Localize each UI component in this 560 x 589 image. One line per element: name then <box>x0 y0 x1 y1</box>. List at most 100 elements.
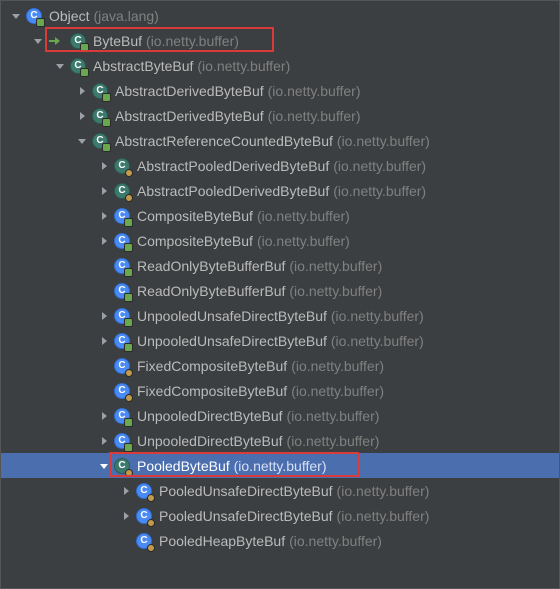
package-label: (io.netty.buffer) <box>287 408 380 424</box>
tree-arrow-right-icon[interactable] <box>97 184 111 198</box>
class-name: AbstractByteBuf <box>93 58 193 74</box>
tree-row[interactable]: CByteBuf(io.netty.buffer) <box>1 28 559 53</box>
tree-arrow-right-icon[interactable] <box>119 484 133 498</box>
class-hierarchy-tree[interactable]: C Object(java.lang) CByteBuf(io.netty.buff… <box>1 1 559 553</box>
package-label: (io.netty.buffer) <box>287 433 380 449</box>
tree-row[interactable]: CFixedCompositeByteBuf(io.netty.buffer) <box>1 378 559 403</box>
package-label: (io.netty.buffer) <box>289 258 382 274</box>
lock-badge-icon <box>102 143 111 152</box>
class-icon: C <box>113 307 131 325</box>
class-name: UnpooledDirectByteBuf <box>137 408 283 424</box>
class-icon: C <box>135 532 153 550</box>
class-name: AbstractDerivedByteBuf <box>115 83 264 99</box>
tree-row[interactable]: CAbstractByteBuf(io.netty.buffer) <box>1 53 559 78</box>
package-label: (io.netty.buffer) <box>291 383 384 399</box>
package-private-badge-icon <box>147 519 155 527</box>
tree-arrow-down-icon[interactable] <box>53 59 67 73</box>
tree-arrow-down-icon[interactable] <box>97 459 111 473</box>
abstract-class-icon: C <box>69 57 87 75</box>
tree-arrow-none <box>97 359 111 373</box>
class-name: UnpooledUnsafeDirectByteBuf <box>137 333 327 349</box>
package-label: (io.netty.buffer) <box>268 83 361 99</box>
tree-arrow-right-icon[interactable] <box>97 209 111 223</box>
tree-arrow-right-icon[interactable] <box>75 109 89 123</box>
tree-row[interactable]: CUnpooledUnsafeDirectByteBuf(io.netty.bu… <box>1 303 559 328</box>
lock-badge-icon <box>102 118 111 127</box>
package-label: (io.netty.buffer) <box>337 483 430 499</box>
tree-arrow-right-icon[interactable] <box>75 84 89 98</box>
package-label: (io.netty.buffer) <box>289 533 382 549</box>
class-name: ReadOnlyByteBufferBuf <box>137 283 285 299</box>
class-icon: C <box>135 482 153 500</box>
abstract-class-icon: C <box>91 132 109 150</box>
tree-arrow-none <box>97 284 111 298</box>
lock-badge-icon <box>80 68 89 77</box>
package-private-badge-icon <box>125 469 133 477</box>
package-label: (io.netty.buffer) <box>337 508 430 524</box>
package-label: (io.netty.buffer) <box>333 183 426 199</box>
tree-arrow-right-icon[interactable] <box>97 409 111 423</box>
tree-row[interactable]: CFixedCompositeByteBuf(io.netty.buffer) <box>1 353 559 378</box>
tree-row[interactable]: CReadOnlyByteBufferBuf(io.netty.buffer) <box>1 253 559 278</box>
class-name: PooledHeapByteBuf <box>159 533 285 549</box>
tree-arrow-right-icon[interactable] <box>97 159 111 173</box>
tree-row[interactable]: C AbstractDerivedByteBuf(io.netty.buffer) <box>1 78 559 103</box>
tree-row[interactable]: CCompositeByteBuf(io.netty.buffer) <box>1 203 559 228</box>
package-private-badge-icon <box>125 369 133 377</box>
tree-row[interactable]: CAbstractDerivedByteBuf(io.netty.buffer) <box>1 103 559 128</box>
abstract-class-icon: C <box>69 32 87 50</box>
abstract-class-icon: C <box>113 457 131 475</box>
lock-badge-icon <box>124 268 133 277</box>
tree-row[interactable]: CPooledUnsafeDirectByteBuf(io.netty.buff… <box>1 478 559 503</box>
tree-row[interactable]: CPooledUnsafeDirectByteBuf(io.netty.buff… <box>1 503 559 528</box>
tree-row[interactable]: CCompositeByteBuf(io.netty.buffer) <box>1 228 559 253</box>
tree-arrow-right-icon[interactable] <box>119 509 133 523</box>
lock-badge-icon <box>124 418 133 427</box>
class-icon: C <box>25 7 43 25</box>
lock-badge-icon <box>124 218 133 227</box>
tree-row[interactable]: CAbstractReferenceCountedByteBuf(io.nett… <box>1 128 559 153</box>
tree-row[interactable]: CPooledByteBuf(io.netty.buffer) <box>1 453 559 478</box>
package-private-badge-icon <box>125 169 133 177</box>
tree-arrow-down-icon[interactable] <box>9 9 23 23</box>
tree-row[interactable]: CUnpooledDirectByteBuf(io.netty.buffer) <box>1 403 559 428</box>
class-name: FixedCompositeByteBuf <box>137 383 287 399</box>
tree-row[interactable]: CAbstractPooledDerivedByteBuf(io.netty.b… <box>1 153 559 178</box>
navigate-arrow-icon <box>47 33 63 49</box>
tree-row[interactable]: CReadOnlyByteBufferBuf(io.netty.buffer) <box>1 278 559 303</box>
tree-arrow-none <box>97 384 111 398</box>
tree-arrow-right-icon[interactable] <box>97 334 111 348</box>
class-name: AbstractDerivedByteBuf <box>115 108 264 124</box>
class-icon: C <box>113 357 131 375</box>
tree-row[interactable]: CAbstractPooledDerivedByteBuf(io.netty.b… <box>1 178 559 203</box>
class-icon: C <box>113 432 131 450</box>
abstract-class-icon: C <box>91 82 109 100</box>
class-name: AbstractReferenceCountedByteBuf <box>115 133 333 149</box>
package-private-badge-icon <box>147 494 155 502</box>
package-label: (io.netty.buffer) <box>257 233 350 249</box>
tree-arrow-none <box>119 534 133 548</box>
tree-row[interactable]: C Object(java.lang) <box>1 3 559 28</box>
class-icon: C <box>113 257 131 275</box>
class-name: UnpooledUnsafeDirectByteBuf <box>137 308 327 324</box>
class-name: CompositeByteBuf <box>137 208 253 224</box>
package-label: (java.lang) <box>93 8 158 24</box>
tree-arrow-right-icon[interactable] <box>97 234 111 248</box>
package-label: (io.netty.buffer) <box>331 333 424 349</box>
tree-row[interactable]: C UnpooledDirectByteBuf(io.netty.buffer) <box>1 428 559 453</box>
tree-arrow-right-icon[interactable] <box>97 309 111 323</box>
class-name: FixedCompositeByteBuf <box>137 358 287 374</box>
package-label: (io.netty.buffer) <box>234 458 327 474</box>
tree-arrow-none <box>97 259 111 273</box>
tree-row[interactable]: C PooledHeapByteBuf(io.netty.buffer) <box>1 528 559 553</box>
class-name: AbstractPooledDerivedByteBuf <box>137 183 329 199</box>
tree-arrow-down-icon[interactable] <box>31 34 45 48</box>
class-name: UnpooledDirectByteBuf <box>137 433 283 449</box>
package-label: (io.netty.buffer) <box>146 33 239 49</box>
class-name: Object <box>49 8 89 24</box>
tree-arrow-down-icon[interactable] <box>75 134 89 148</box>
class-icon: C <box>113 232 131 250</box>
tree-arrow-right-icon[interactable] <box>97 434 111 448</box>
tree-row[interactable]: CUnpooledUnsafeDirectByteBuf(io.netty.bu… <box>1 328 559 353</box>
lock-badge-icon <box>124 443 133 452</box>
